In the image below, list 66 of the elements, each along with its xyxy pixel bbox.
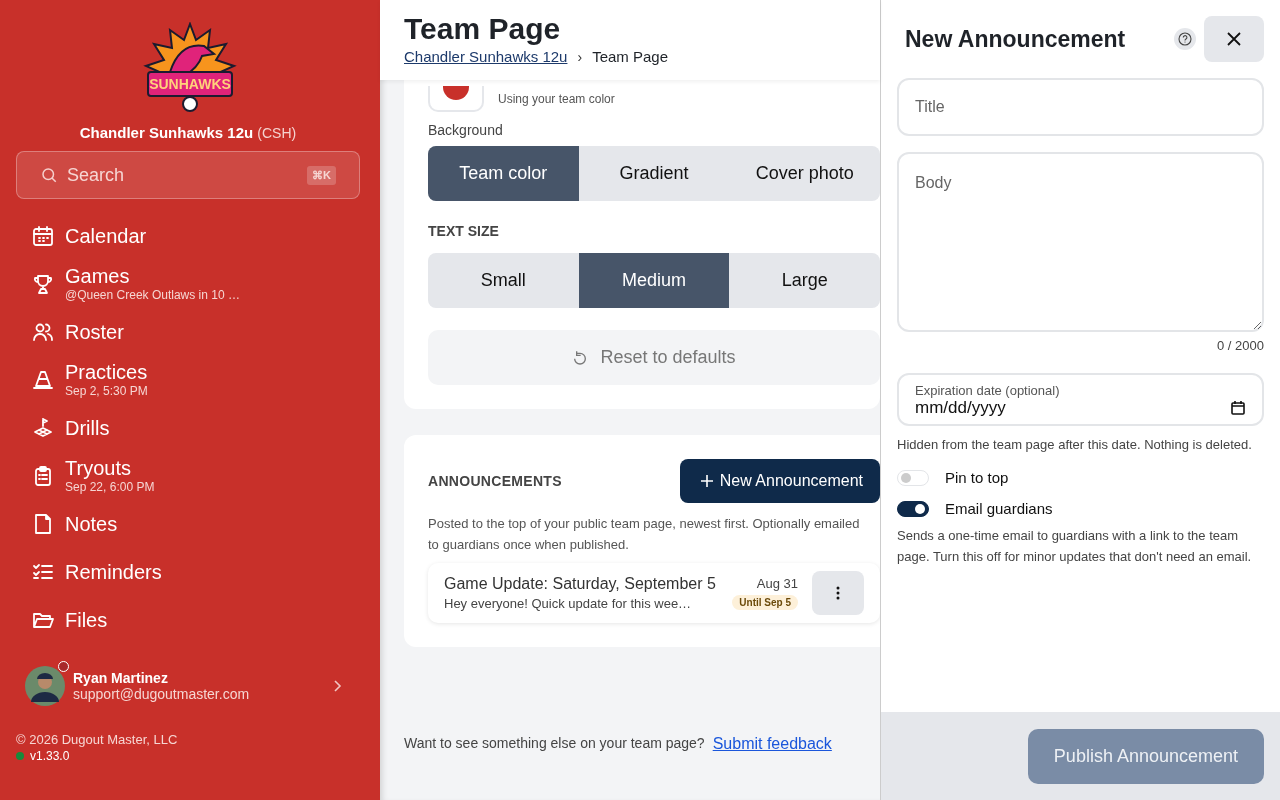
team-name: Chandler Sunhawks 12u <box>79 124 254 141</box>
status-dot <box>58 661 69 672</box>
calendar-icon <box>31 224 55 248</box>
section-label: ANNOUNCEMENTS <box>428 473 562 489</box>
trophy-icon <box>31 272 55 296</box>
toggle-hint: Sends a one-time email to guardians with a link to the team page. Turn this off for minor updates that don't need an email. <box>897 527 1253 566</box>
calendar-icon <box>1230 400 1246 416</box>
swatch-caption: Using your team color <box>498 92 615 106</box>
segment-option[interactable]: Large <box>729 253 880 308</box>
nav-item[interactable]: Calendar <box>16 212 360 260</box>
reset-button[interactable]: Reset to defaults <box>428 330 880 385</box>
close-button[interactable] <box>1204 16 1264 62</box>
breadcrumb-current: Team Page <box>592 48 668 65</box>
field-hint: Hidden from the team page after this date. Nothing is deleted. <box>897 436 1253 454</box>
character-counter: 0 / 2000 <box>1217 338 1264 353</box>
announcement-title: Game Update: Saturday, September 5 <box>444 575 717 593</box>
color-swatch[interactable] <box>428 86 484 112</box>
reset-icon <box>572 349 589 366</box>
breadcrumb-link[interactable]: Chandler Sunhawks 12u <box>404 48 568 65</box>
plus-icon <box>699 474 714 488</box>
segment-option[interactable]: Team color <box>428 146 579 201</box>
nav-item[interactable]: Games @Queen Creek Outlaws in 10 … <box>16 260 360 308</box>
shortcut-badge: ⌘K <box>307 166 336 185</box>
announcement-excerpt: Hey everyone! Quick update for this wee… <box>444 596 693 611</box>
nav-item[interactable]: Tryouts Sep 22, 6:00 PM <box>16 452 360 500</box>
status-dot <box>16 752 24 760</box>
nav-item[interactable]: Practices Sep 2, 5:30 PM <box>16 356 360 404</box>
copyright-text: © 2026 Dugout Master, LLC <box>16 732 179 747</box>
chevron-right-icon <box>332 679 342 693</box>
announcement-item[interactable]: Game Update: Saturday, September 5 Hey everyone! Quick update for this wee… Aug 31 Until Sep 5 <box>428 563 880 623</box>
help-icon[interactable] <box>1174 28 1196 50</box>
toggle-switch[interactable] <box>897 500 929 517</box>
segment-option[interactable]: Medium <box>578 253 730 308</box>
panel-title: New Announcement <box>905 25 1127 53</box>
title-field[interactable]: Title <box>897 78 1264 136</box>
more-icon <box>836 586 840 600</box>
section-label: TEXT SIZE <box>428 223 500 239</box>
new-announcement-button[interactable]: New Announcement <box>679 459 880 503</box>
segment-option[interactable]: Small <box>428 253 579 308</box>
field-flag-icon <box>31 416 55 440</box>
announcement-date: Aug 31 <box>756 576 798 591</box>
body-field[interactable]: Body <box>897 152 1264 332</box>
feedback-link[interactable]: Submit feedback <box>712 735 832 753</box>
section-description: Posted to the top of your public team page, newest first. Optionally emailed to guardians once when published. <box>428 515 861 554</box>
user-menu[interactable]: Ryan Martinez support@dugoutmaster.com <box>16 658 360 714</box>
expiry-badge: Until Sep 5 <box>732 595 798 610</box>
nav-item[interactable]: Reminders <box>16 548 360 596</box>
expiration-date-field[interactable]: Expiration date (optional) mm/dd/yyyy <box>897 373 1264 426</box>
avatar <box>25 666 65 706</box>
segment-option[interactable]: Gradient <box>578 146 730 201</box>
version-text: v1.33.0 <box>30 749 70 763</box>
nav-item[interactable]: Files <box>16 596 360 644</box>
page-title: Team Page <box>404 12 562 46</box>
search-icon <box>40 166 58 184</box>
segment-option[interactable]: Cover photo <box>729 146 880 201</box>
nav-item[interactable]: Roster <box>16 308 360 356</box>
breadcrumb-separator: › <box>577 48 583 65</box>
toggle-label: Email guardians <box>945 500 1053 517</box>
nav-item[interactable]: Notes <box>16 500 360 548</box>
field-label: Background <box>428 122 504 138</box>
team-code: (CSH) <box>257 125 297 141</box>
close-icon <box>1226 31 1242 47</box>
feedback-text: Want to see something else on your team page? <box>404 735 705 753</box>
cone-icon <box>31 368 55 392</box>
toggle-label: Pin to top <box>945 469 1009 486</box>
nav-item[interactable]: Drills <box>16 404 360 452</box>
